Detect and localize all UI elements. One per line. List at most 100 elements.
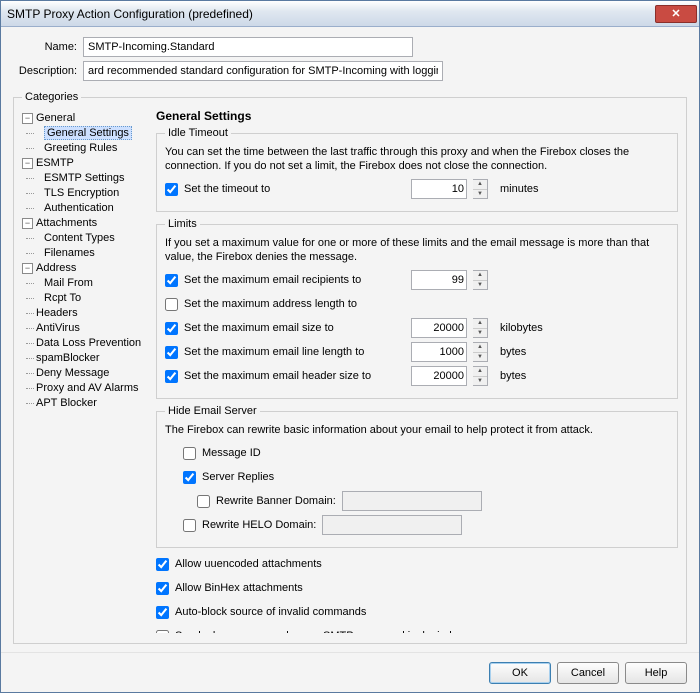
window-title: SMTP Proxy Action Configuration (predefi… <box>7 7 253 21</box>
message-id-checkbox[interactable] <box>183 447 196 460</box>
hide-email-group: Hide Email Server The Firebox can rewrit… <box>156 405 678 548</box>
minus-icon[interactable]: − <box>22 263 33 274</box>
server-replies-label: Server Replies <box>202 471 274 483</box>
tree-node-greeting-rules[interactable]: Greeting Rules <box>22 141 150 156</box>
max-address-label: Set the maximum address length to <box>184 298 357 310</box>
dialog-window: SMTP Proxy Action Configuration (predefi… <box>0 0 700 693</box>
chevron-up-icon[interactable]: ▲ <box>473 343 487 353</box>
chevron-down-icon[interactable]: ▼ <box>473 377 487 386</box>
categories-legend: Categories <box>22 91 81 103</box>
rewrite-helo-input[interactable] <box>322 515 462 535</box>
minus-icon[interactable]: − <box>22 218 33 229</box>
rewrite-helo-checkbox[interactable] <box>183 519 196 532</box>
sendlog-label: Send a log message when an SMTP command … <box>175 630 452 633</box>
chevron-down-icon[interactable]: ▼ <box>473 190 487 199</box>
allow-binhex-label: Allow BinHex attachments <box>175 582 303 594</box>
tree-node-general[interactable]: −General <box>22 111 150 126</box>
sendlog-checkbox[interactable] <box>156 630 169 634</box>
tree-node-esmtp-settings[interactable]: ESMTP Settings <box>22 171 150 186</box>
max-line-unit: bytes <box>500 346 526 358</box>
rewrite-banner-label: Rewrite Banner Domain: <box>216 495 336 507</box>
name-input[interactable] <box>83 37 413 57</box>
max-header-unit: bytes <box>500 370 526 382</box>
idle-timeout-desc: You can set the time between the last tr… <box>165 145 669 173</box>
tree-node-proxy-av-alarms[interactable]: Proxy and AV Alarms <box>22 381 150 396</box>
message-id-label: Message ID <box>202 447 261 459</box>
server-replies-checkbox[interactable] <box>183 471 196 484</box>
max-line-value[interactable]: 1000 <box>411 342 467 362</box>
description-label: Description: <box>13 65 77 77</box>
max-line-spinner[interactable]: ▲▼ <box>473 342 488 362</box>
idle-timeout-label: Set the timeout to <box>184 183 270 195</box>
minus-icon[interactable]: − <box>22 158 33 169</box>
limits-group: Limits If you set a maximum value for on… <box>156 218 678 399</box>
max-address-checkbox[interactable] <box>165 298 178 311</box>
max-recipients-label: Set the maximum email recipients to <box>184 274 361 286</box>
chevron-up-icon[interactable]: ▲ <box>473 271 487 281</box>
tree-node-deny-message[interactable]: Deny Message <box>22 366 150 381</box>
chevron-up-icon[interactable]: ▲ <box>473 367 487 377</box>
titlebar[interactable]: SMTP Proxy Action Configuration (predefi… <box>1 1 699 27</box>
limits-legend: Limits <box>165 218 200 230</box>
tree-node-authentication[interactable]: Authentication <box>22 201 150 216</box>
rewrite-banner-checkbox[interactable] <box>197 495 210 508</box>
max-recipients-value[interactable]: 99 <box>411 270 467 290</box>
chevron-down-icon[interactable]: ▼ <box>473 329 487 338</box>
ok-button[interactable]: OK <box>489 662 551 684</box>
idle-timeout-unit: minutes <box>500 183 539 195</box>
help-button[interactable]: Help <box>625 662 687 684</box>
limits-desc: If you set a maximum value for one or mo… <box>165 236 669 264</box>
hide-email-legend: Hide Email Server <box>165 405 260 417</box>
max-header-checkbox[interactable] <box>165 370 178 383</box>
settings-pane: General Settings Idle Timeout You can se… <box>156 109 678 633</box>
tree-node-filenames[interactable]: Filenames <box>22 246 150 261</box>
tree-node-apt-blocker[interactable]: APT Blocker <box>22 396 150 411</box>
allow-uuencoded-label: Allow uuencoded attachments <box>175 558 322 570</box>
autoblock-label: Auto-block source of invalid commands <box>175 606 366 618</box>
allow-uuencoded-checkbox[interactable] <box>156 558 169 571</box>
idle-timeout-checkbox[interactable] <box>165 183 178 196</box>
chevron-down-icon[interactable]: ▼ <box>473 281 487 290</box>
category-tree[interactable]: −General General Settings Greeting Rules… <box>22 109 150 633</box>
dialog-footer: OK Cancel Help <box>1 652 699 692</box>
tree-node-dlp[interactable]: Data Loss Prevention <box>22 336 150 351</box>
chevron-up-icon[interactable]: ▲ <box>473 180 487 190</box>
allow-binhex-checkbox[interactable] <box>156 582 169 595</box>
chevron-down-icon[interactable]: ▼ <box>473 353 487 362</box>
tree-node-tls-encryption[interactable]: TLS Encryption <box>22 186 150 201</box>
close-icon: ✕ <box>671 7 680 20</box>
tree-node-general-settings[interactable]: General Settings <box>22 126 150 141</box>
max-header-spinner[interactable]: ▲▼ <box>473 366 488 386</box>
max-recipients-spinner[interactable]: ▲▼ <box>473 270 488 290</box>
max-size-spinner[interactable]: ▲▼ <box>473 318 488 338</box>
cancel-button[interactable]: Cancel <box>557 662 619 684</box>
tree-node-address[interactable]: −Address <box>22 261 150 276</box>
tree-node-content-types[interactable]: Content Types <box>22 231 150 246</box>
max-header-value[interactable]: 20000 <box>411 366 467 386</box>
max-size-value[interactable]: 20000 <box>411 318 467 338</box>
idle-timeout-value[interactable]: 10 <box>411 179 467 199</box>
description-input[interactable] <box>83 61 443 81</box>
idle-timeout-legend: Idle Timeout <box>165 127 231 139</box>
tree-node-rcpt-to[interactable]: Rcpt To <box>22 291 150 306</box>
close-button[interactable]: ✕ <box>655 5 697 23</box>
categories-fieldset: Categories −General General Settings Gre… <box>13 91 687 644</box>
tree-node-esmtp[interactable]: −ESMTP <box>22 156 150 171</box>
tree-node-attachments[interactable]: −Attachments <box>22 216 150 231</box>
max-size-unit: kilobytes <box>500 322 543 334</box>
rewrite-banner-input[interactable] <box>342 491 482 511</box>
minus-icon[interactable]: − <box>22 113 33 124</box>
hide-email-desc: The Firebox can rewrite basic informatio… <box>165 423 669 437</box>
idle-timeout-spinner[interactable]: ▲▼ <box>473 179 488 199</box>
max-line-checkbox[interactable] <box>165 346 178 359</box>
settings-heading: General Settings <box>156 109 678 123</box>
max-recipients-checkbox[interactable] <box>165 274 178 287</box>
tree-node-headers[interactable]: Headers <box>22 306 150 321</box>
tree-node-spamblocker[interactable]: spamBlocker <box>22 351 150 366</box>
autoblock-checkbox[interactable] <box>156 606 169 619</box>
tree-node-mail-from[interactable]: Mail From <box>22 276 150 291</box>
tree-node-antivirus[interactable]: AntiVirus <box>22 321 150 336</box>
max-size-checkbox[interactable] <box>165 322 178 335</box>
max-line-label: Set the maximum email line length to <box>184 346 364 358</box>
chevron-up-icon[interactable]: ▲ <box>473 319 487 329</box>
